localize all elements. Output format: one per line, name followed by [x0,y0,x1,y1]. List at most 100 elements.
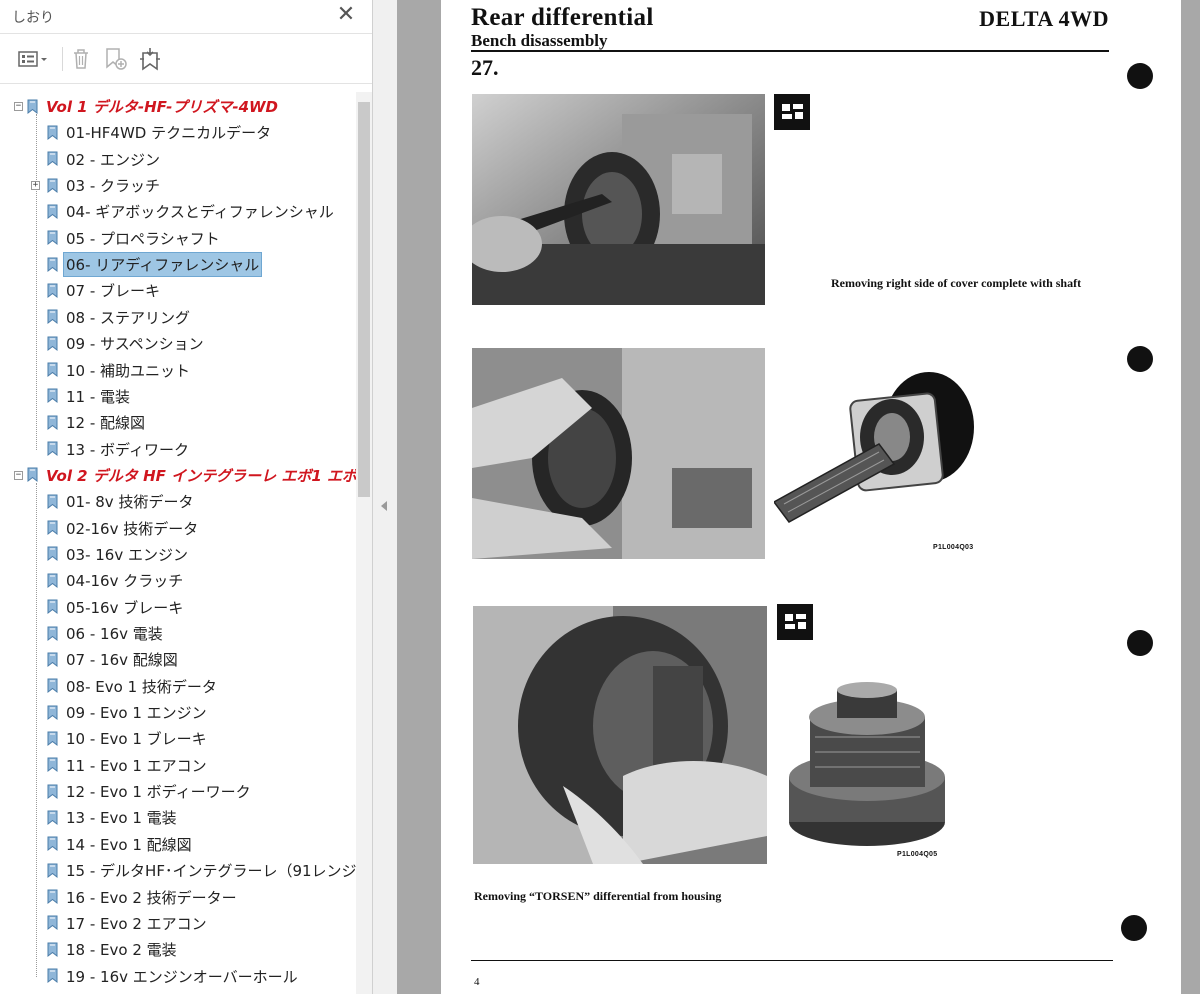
illustration-cover-shaft [772,372,979,527]
bookmark-icon [47,626,58,641]
bookmark-label: 01- 8v 技術データ [66,493,194,512]
bookmark-icon [47,204,58,219]
bookmark-label: 01-HF4WD テクニカルデータ [66,124,272,143]
page-heading-subtitle: Bench disassembly [471,31,608,50]
bookmark-label: 07 - ブレーキ [66,282,161,301]
bookmark-icon [47,599,58,615]
bookmark-vol-1[interactable]: Vol 1 デルタ-HF-プリズマ-4WD [0,94,356,119]
bookmark-label: 08- Evo 1 技術データ [66,677,217,696]
bookmark-icon [47,388,58,404]
bookmark-item[interactable]: 12 - Evo 1 ボディーワーク [0,779,356,804]
binder-hole [1121,915,1147,941]
bookmark-item[interactable]: 08- Evo 1 技術データ [0,674,356,699]
pdf-page: Rear differential Bench disassembly DELT… [441,0,1181,994]
bookmark-icon [47,362,58,378]
bookmark-icon [27,99,38,114]
bookmark-icon [27,467,38,483]
panel-splitter[interactable] [373,0,397,994]
bookmark-item[interactable]: 02-16v 技術データ [0,516,356,541]
bookmark-icon [47,757,58,773]
bookmark-item[interactable]: 06 - 16v 電装 [0,621,356,646]
bookmark-label: 10 - 補助ユニット [66,361,191,380]
binder-hole [1127,63,1153,89]
panel-scrollbar[interactable] [356,92,372,994]
caption-remove-cover: Removing right side of cover complete wi… [831,276,1082,290]
bookmark-item[interactable]: 18 - Evo 2 電装 [0,937,356,962]
bookmark-item[interactable]: 08 - ステアリング [0,305,356,330]
bookmark-item[interactable]: 10 - Evo 1 ブレーキ [0,726,356,751]
bookmark-icon [47,151,58,167]
bookmark-label: 12 - 配線図 [66,414,146,433]
bookmark-item[interactable]: 09 - サスペンション [0,331,356,356]
bookmark-item[interactable]: 04- ギアボックスとディファレンシャル [0,199,356,224]
expand-icon[interactable]: + [31,181,40,191]
collapse-icon[interactable]: − [14,470,23,480]
bookmark-icon [47,573,58,588]
bookmark-item[interactable]: 11 - 電装 [0,384,356,409]
bookmark-vol-2[interactable]: Vol 2 デルタ HF インテグラーレ エボ1 エボ2 [0,463,356,488]
bookmark-label: Vol 1 デルタ-HF-プリズマ-4WD [46,98,279,116]
bookmark-item[interactable]: 07 - ブレーキ [0,278,356,303]
bookmark-label: 11 - 電装 [66,387,131,406]
bookmark-icon [47,678,58,694]
bookmark-icon [47,546,58,562]
bookmark-icon [47,125,58,140]
bookmark-item[interactable]: 01- 8v 技術データ [0,489,356,514]
bookmark-icon [47,784,58,799]
binder-hole [1127,346,1153,372]
bookmark-item[interactable]: 11 - Evo 1 エアコン [0,753,356,778]
new-bookmark-icon[interactable] [103,46,129,72]
page-number: 4 [474,976,480,988]
bookmark-item[interactable]: 07 - 16v 配線図 [0,647,356,672]
bookmark-item[interactable]: 16 - Evo 2 技術データー [0,885,356,910]
bookmark-item[interactable]: 12 - 配線図 [0,410,356,435]
bookmark-label: 06 - 16v 電装 [66,625,163,643]
bookmark-item[interactable]: 09 - Evo 1 エンジン [0,700,356,725]
bookmark-label: 15 - デルタHF･インテグラーレ（91レンジ） [66,862,356,881]
bookmark-item[interactable]: 03- 16v エンジン [0,542,356,567]
bookmark-label: 07 - 16v 配線図 [66,651,178,670]
bookmark-item[interactable]: 17 - Evo 2 エアコン [0,911,356,936]
bookmark-label: 17 - Evo 2 エアコン [66,914,207,933]
bookmark-icon [47,415,58,430]
bookmark-label: 05 - プロペラシャフト [66,229,220,248]
bookmark-item[interactable]: 14 - Evo 1 配線図 [0,832,356,857]
bookmark-item[interactable]: 05 - プロペラシャフト [0,226,356,251]
bookmark-item[interactable]: 06- リアディファレンシャル [0,252,356,278]
toolbar-separator [62,47,63,71]
bookmark-icon [47,968,58,984]
bookmark-item[interactable]: 01-HF4WD テクニカルデータ [0,120,356,145]
bookmark-label: 10 - Evo 1 ブレーキ [66,730,207,749]
photo-remove-cover [472,94,765,305]
bookmark-icon [47,942,58,957]
collapse-icon[interactable]: − [14,102,23,111]
trash-icon[interactable] [69,46,93,72]
bookmark-item[interactable]: 02 - エンジン [0,147,356,172]
page-heading-title: Rear differential [471,4,654,31]
find-current-bookmark-icon[interactable] [137,46,163,72]
scrollbar-thumb[interactable] [358,102,370,497]
bookmark-icon [47,441,58,457]
bookmarks-panel: しおり ✕ Vol 1 デルタ-HF-プリズマ-4WD − 01-HF4WD テ… [0,0,373,994]
bookmark-icon [47,705,58,720]
bookmark-label: 16 - Evo 2 技術データー [66,888,237,907]
bookmark-icon [47,731,58,746]
bookmark-label: 03- 16v エンジン [66,545,188,564]
bookmark-item[interactable]: 13 - Evo 1 電装 [0,805,356,830]
bookmark-item[interactable]: 04-16v クラッチ [0,568,356,593]
binder-hole [1127,630,1153,656]
close-icon[interactable]: ✕ [334,4,358,28]
bookmark-label: 18 - Evo 2 電装 [66,941,177,960]
bookmark-item[interactable]: 13 - ボディワーク [0,437,356,462]
bookmark-item[interactable]: 05-16v ブレーキ [0,595,356,620]
bookmark-item[interactable]: 19 - 16v エンジンオーバーホール [0,964,356,989]
bookmark-label: 14 - Evo 1 配線図 [66,835,192,854]
bookmark-item[interactable]: 03 - クラッチ [0,173,356,198]
bookmark-item[interactable]: 15 - デルタHF･インテグラーレ（91レンジ） [0,858,356,883]
bookmark-options-icon[interactable] [16,46,50,72]
bookmark-label: 04-16v クラッチ [66,572,184,591]
bookmark-icon [47,494,58,509]
collapse-panel-icon[interactable] [381,501,387,511]
bookmark-label: 02 - エンジン [66,150,161,169]
bookmark-item[interactable]: 10 - 補助ユニット [0,358,356,383]
